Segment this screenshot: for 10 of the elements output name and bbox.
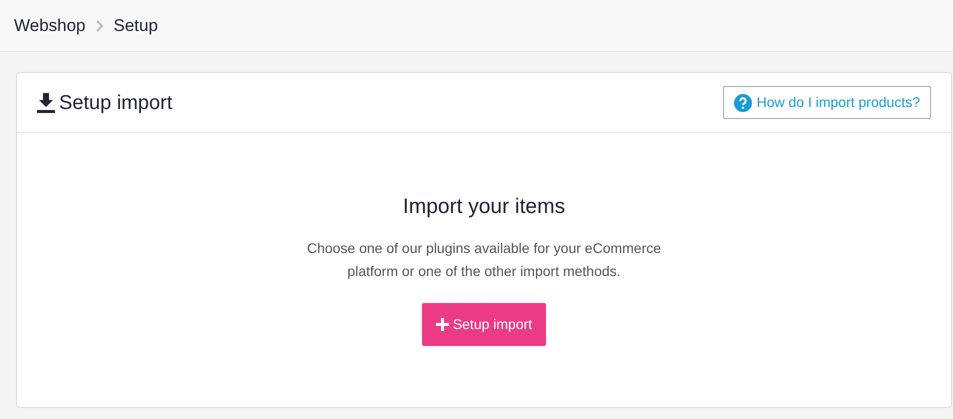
breadcrumb-link[interactable]: Setup: [114, 12, 158, 38]
plus-icon: [436, 318, 449, 330]
panel-title: Setup import: [59, 90, 172, 116]
question-icon: [734, 94, 752, 112]
empty-state-text: Choose one of our plugins available for your eCommerce platform or one of the other import methods.: [306, 238, 662, 281]
chevron-icon: [96, 20, 104, 32]
setup-import-button[interactable]: Setup import: [422, 302, 546, 346]
empty-state-heading: Import your items: [402, 194, 566, 220]
download-icon: [37, 92, 55, 112]
breadcrumb-link[interactable]: Webshop: [14, 12, 86, 38]
